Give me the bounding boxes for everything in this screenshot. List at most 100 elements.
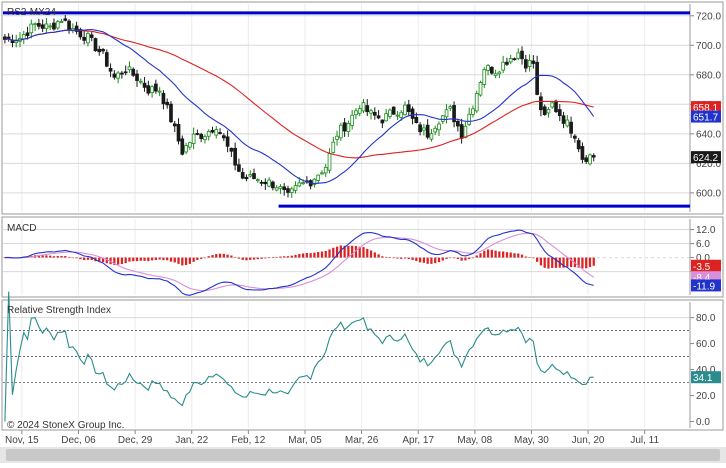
candle-body xyxy=(138,80,143,83)
candle-body xyxy=(584,157,589,162)
macd-histogram-bar xyxy=(366,248,369,258)
candle-body xyxy=(150,86,154,94)
macd-histogram-bar xyxy=(275,257,278,258)
candle-body xyxy=(301,182,305,184)
candle-body xyxy=(542,106,547,116)
candle-body xyxy=(440,115,445,122)
candle-body xyxy=(286,188,290,193)
candle-body xyxy=(346,123,351,132)
candle-body xyxy=(557,109,562,116)
x-tick-label: Apr, 17 xyxy=(402,435,434,446)
macd-histogram-bar xyxy=(313,252,316,258)
candle-body xyxy=(271,181,275,189)
macd-y-tick-label: 6.0 xyxy=(696,239,710,250)
candle-body xyxy=(388,109,392,117)
candle-body xyxy=(108,68,113,72)
macd-histogram-bar xyxy=(128,257,131,262)
candle-body xyxy=(444,109,449,118)
candle-body xyxy=(188,142,192,148)
candle-body xyxy=(527,59,532,67)
last-price-tag: 624.2 xyxy=(693,153,718,164)
x-tick-label: May, 30 xyxy=(514,435,549,446)
price-y-tick-label: 600.0 xyxy=(696,188,721,199)
macd-histogram-bar xyxy=(547,257,550,269)
macd-histogram-bar xyxy=(252,257,256,260)
candle-body xyxy=(82,36,86,41)
candle-body xyxy=(512,58,517,61)
macd-histogram-bar xyxy=(486,249,490,258)
macd-histogram-bar xyxy=(483,250,486,258)
scrollbar-thumb[interactable] xyxy=(6,449,720,461)
macd-title: MACD xyxy=(7,223,36,234)
candle-body xyxy=(101,49,105,52)
candle-body xyxy=(93,38,98,52)
macd-histogram-bar xyxy=(234,257,237,258)
candle-body xyxy=(535,61,539,95)
macd-histogram-bar xyxy=(328,249,331,258)
macd-histogram-bar xyxy=(222,253,225,258)
candle-body xyxy=(478,82,483,96)
macd-histogram-bar xyxy=(309,253,312,258)
candle-body xyxy=(508,58,513,63)
rsi-y-tick-label: 80.0 xyxy=(696,313,716,324)
candle-body xyxy=(127,66,132,71)
candle-body xyxy=(157,90,162,93)
candle-body xyxy=(335,135,339,140)
candle-body xyxy=(191,133,196,145)
macd-histogram-bar xyxy=(381,256,384,258)
x-tick-label: Feb, 12 xyxy=(231,435,265,446)
candle-body xyxy=(437,123,441,131)
macd-histogram-bar xyxy=(173,257,176,263)
candle-body xyxy=(259,181,264,184)
x-tick-label: Jan, 22 xyxy=(175,435,208,446)
candle-body xyxy=(357,108,362,114)
macd-histogram-bar xyxy=(452,257,456,259)
candle-body xyxy=(580,146,585,160)
macd-histogram-bar xyxy=(392,257,395,259)
macd-histogram-bar xyxy=(52,256,56,258)
candle-body xyxy=(565,119,570,127)
macd-histogram-bar xyxy=(524,256,527,258)
rsi-y-tick-label: 20.0 xyxy=(696,391,716,402)
x-tick-label: Jun, 20 xyxy=(572,435,605,446)
macd-histogram-bar xyxy=(188,257,191,264)
candle-body xyxy=(425,124,430,138)
candle-body xyxy=(320,172,324,175)
macd-histogram-bar xyxy=(150,257,154,261)
macd-histogram-bar xyxy=(154,257,158,261)
macd-histogram-bar xyxy=(41,255,44,258)
candle-body xyxy=(414,117,419,124)
candle-body xyxy=(89,34,94,38)
macd-histogram-bar xyxy=(551,257,554,268)
candle-body xyxy=(471,108,475,115)
symbol-title: RS2-MX24 xyxy=(7,7,56,18)
candle-body xyxy=(410,108,415,119)
macd-histogram-bar xyxy=(498,251,501,258)
candle-body xyxy=(29,23,34,34)
rsi-value-tag: 34.1 xyxy=(693,373,713,384)
macd-histogram-bar xyxy=(260,257,263,259)
candle-body xyxy=(569,121,573,134)
rsi-y-tick-label: 0.0 xyxy=(696,417,710,428)
macd-histogram-bar xyxy=(385,256,388,258)
macd-histogram-bar xyxy=(169,257,173,262)
candle-body xyxy=(422,127,426,131)
macd-histogram-bar xyxy=(116,257,120,265)
macd-histogram-bar xyxy=(290,255,293,258)
candle-body xyxy=(116,72,120,79)
macd-hist-value-tag: -3.5 xyxy=(693,262,711,273)
candle-body xyxy=(554,100,558,113)
candle-body xyxy=(203,136,207,141)
chart-canvas: 600.0620.0640.0660.0680.0700.0720.0658.1… xyxy=(0,0,726,463)
macd-histogram-bar xyxy=(196,257,199,260)
candle-body xyxy=(376,115,381,119)
macd-histogram-bar xyxy=(528,257,531,258)
candle-body xyxy=(55,21,60,29)
macd-histogram-bar xyxy=(158,257,161,260)
macd-histogram-bar xyxy=(203,257,207,259)
macd-histogram-bar xyxy=(388,257,392,258)
candle-body xyxy=(573,135,577,139)
candle-body xyxy=(63,18,68,21)
macd-histogram-bar xyxy=(135,257,139,262)
macd-histogram-bar xyxy=(120,257,124,265)
